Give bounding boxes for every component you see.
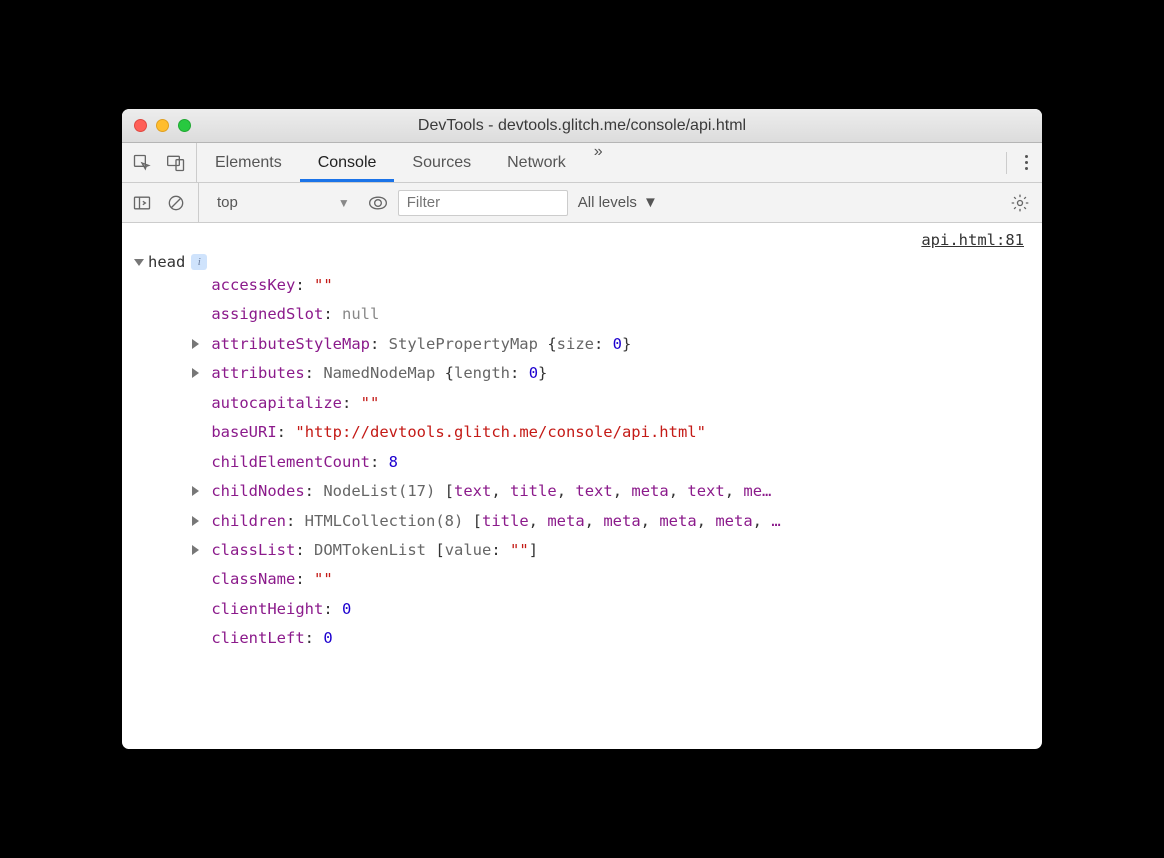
- object-properties: accessKey: "" assignedSlot: null attribu…: [134, 271, 1030, 654]
- levels-label: All levels: [578, 194, 637, 211]
- object-header[interactable]: head i: [134, 253, 1030, 271]
- titlebar: DevTools - devtools.glitch.me/console/ap…: [122, 109, 1042, 143]
- console-settings-icon[interactable]: [1008, 191, 1032, 215]
- prop-className[interactable]: className: "": [188, 565, 1030, 594]
- expand-triangle-icon[interactable]: [192, 545, 199, 555]
- devtools-window: DevTools - devtools.glitch.me/console/ap…: [122, 109, 1042, 749]
- close-window-button[interactable]: [134, 119, 147, 132]
- expand-triangle-icon[interactable]: [192, 486, 199, 496]
- log-levels-selector[interactable]: All levels ▼: [578, 194, 658, 211]
- chevron-down-icon: ▼: [338, 196, 350, 210]
- tab-elements[interactable]: Elements: [197, 143, 300, 182]
- filter-input[interactable]: [398, 190, 568, 216]
- prop-assignedSlot[interactable]: assignedSlot: null: [188, 300, 1030, 329]
- prop-baseURI[interactable]: baseURI: "http://devtools.glitch.me/cons…: [188, 418, 1030, 447]
- expand-triangle-icon[interactable]: [192, 368, 199, 378]
- tab-sources[interactable]: Sources: [394, 143, 489, 182]
- clear-console-icon[interactable]: [166, 193, 186, 213]
- prop-attributeStyleMap[interactable]: attributeStyleMap: StylePropertyMap {siz…: [188, 330, 1030, 359]
- context-label: top: [217, 194, 238, 211]
- tabbar-left-tools: [122, 143, 197, 182]
- tab-console[interactable]: Console: [300, 143, 395, 182]
- prop-accessKey[interactable]: accessKey: "": [188, 271, 1030, 300]
- object-name: head: [148, 253, 185, 271]
- console-output: api.html:81 head i accessKey: "" assigne…: [122, 223, 1042, 749]
- prop-clientHeight[interactable]: clientHeight: 0: [188, 595, 1030, 624]
- tabbar: Elements Console Sources Network »: [122, 143, 1042, 183]
- tabs: Elements Console Sources Network »: [197, 143, 613, 182]
- expand-triangle-icon[interactable]: [192, 339, 199, 349]
- source-link[interactable]: api.html:81: [134, 231, 1030, 253]
- device-toolbar-icon[interactable]: [166, 153, 186, 173]
- divider: [1006, 152, 1007, 174]
- console-toolbar: top ▼ All levels ▼: [122, 183, 1042, 223]
- traffic-lights: [122, 119, 191, 132]
- collapse-triangle-icon[interactable]: [134, 259, 144, 266]
- execution-context-selector[interactable]: top ▼: [209, 183, 358, 222]
- more-options-icon[interactable]: [1019, 151, 1034, 174]
- prop-childElementCount[interactable]: childElementCount: 8: [188, 448, 1030, 477]
- prop-classList[interactable]: classList: DOMTokenList [value: ""]: [188, 536, 1030, 565]
- prop-attributes[interactable]: attributes: NamedNodeMap {length: 0}: [188, 359, 1030, 388]
- tab-network[interactable]: Network: [489, 143, 584, 182]
- tabs-overflow-icon[interactable]: »: [584, 143, 613, 182]
- prop-autocapitalize[interactable]: autocapitalize: "": [188, 389, 1030, 418]
- expand-triangle-icon[interactable]: [192, 516, 199, 526]
- zoom-window-button[interactable]: [178, 119, 191, 132]
- inspect-element-icon[interactable]: [132, 153, 152, 173]
- prop-clientLeft[interactable]: clientLeft: 0: [188, 624, 1030, 653]
- info-icon[interactable]: i: [191, 254, 207, 270]
- minimize-window-button[interactable]: [156, 119, 169, 132]
- prop-children[interactable]: children: HTMLCollection(8) [title, meta…: [188, 507, 1030, 536]
- window-title: DevTools - devtools.glitch.me/console/ap…: [122, 117, 1042, 135]
- chevron-down-icon: ▼: [643, 194, 658, 211]
- toggle-console-sidebar-icon[interactable]: [132, 193, 152, 213]
- live-expression-icon[interactable]: [368, 193, 388, 213]
- prop-childNodes[interactable]: childNodes: NodeList(17) [text, title, t…: [188, 477, 1030, 506]
